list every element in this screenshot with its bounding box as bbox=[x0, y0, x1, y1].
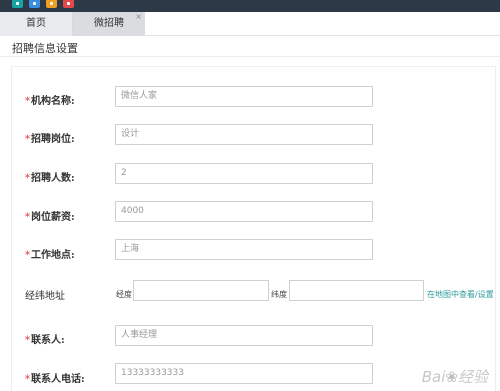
location-field[interactable]: 上海 bbox=[115, 239, 373, 260]
paw-icon: ❀ bbox=[445, 368, 458, 386]
watermark-text: Bai bbox=[421, 368, 446, 386]
required-mark: * bbox=[25, 335, 30, 346]
tab-micro-recruit[interactable]: 微招聘 × bbox=[73, 12, 145, 36]
headcount-field[interactable]: 2 bbox=[115, 163, 373, 184]
position-label: *招聘岗位: bbox=[25, 130, 75, 145]
panel-left-border bbox=[11, 66, 12, 391]
coords-label: 经纬地址 bbox=[25, 291, 65, 302]
phone-label-text: 联系人电话: bbox=[31, 374, 85, 385]
panel-right-border bbox=[495, 66, 496, 391]
required-mark: * bbox=[25, 173, 30, 184]
longitude-input[interactable] bbox=[133, 280, 269, 301]
headcount-label: *招聘人数: bbox=[25, 169, 75, 184]
contact-label-text: 联系人: bbox=[31, 335, 65, 346]
phone-label: *联系人电话: bbox=[25, 370, 85, 385]
salary-label-text: 岗位薪资: bbox=[31, 212, 75, 223]
watermark: Bai❀经验 bbox=[422, 366, 488, 387]
tab-micro-recruit-label: 微招聘 bbox=[94, 18, 124, 29]
required-mark: * bbox=[25, 134, 30, 145]
panel-top-border bbox=[11, 66, 496, 67]
required-mark: * bbox=[25, 250, 30, 261]
location-label: *工作地点: bbox=[25, 246, 75, 261]
tab-bar: 首页 微招聘 × bbox=[0, 12, 500, 36]
latitude-label: 纬度 bbox=[271, 290, 287, 299]
app-icon-teal[interactable] bbox=[12, 0, 23, 8]
divider bbox=[0, 56, 500, 57]
org-name-label: *机构名称: bbox=[25, 92, 75, 107]
required-mark: * bbox=[25, 212, 30, 223]
map-view-link[interactable]: 在地图中查看/设置 bbox=[427, 289, 494, 300]
location-label-text: 工作地点: bbox=[31, 250, 75, 261]
close-icon[interactable]: × bbox=[135, 5, 142, 29]
position-label-text: 招聘岗位: bbox=[31, 134, 75, 145]
phone-field[interactable]: 13333333333 bbox=[115, 363, 373, 384]
top-toolbar bbox=[0, 0, 500, 12]
app-icon-orange[interactable] bbox=[46, 0, 57, 8]
headcount-label-text: 招聘人数: bbox=[31, 173, 75, 184]
position-field[interactable]: 设计 bbox=[115, 124, 373, 145]
required-mark: * bbox=[25, 374, 30, 385]
app-icon-red[interactable] bbox=[63, 0, 74, 8]
contact-label: *联系人: bbox=[25, 331, 65, 346]
page-title: 招聘信息设置 bbox=[12, 42, 78, 55]
watermark-text-2: 经验 bbox=[457, 368, 488, 386]
salary-field[interactable]: 4000 bbox=[115, 201, 373, 222]
org-name-label-text: 机构名称: bbox=[31, 96, 75, 107]
required-mark: * bbox=[25, 96, 30, 107]
tab-home[interactable]: 首页 bbox=[0, 12, 73, 36]
longitude-label: 经度 bbox=[116, 290, 132, 299]
org-name-field[interactable]: 微信人家 bbox=[115, 86, 373, 107]
contact-field[interactable]: 人事经理 bbox=[115, 325, 373, 346]
latitude-input[interactable] bbox=[289, 280, 424, 301]
salary-label: *岗位薪资: bbox=[25, 208, 75, 223]
app-icon-blue[interactable] bbox=[29, 0, 40, 8]
